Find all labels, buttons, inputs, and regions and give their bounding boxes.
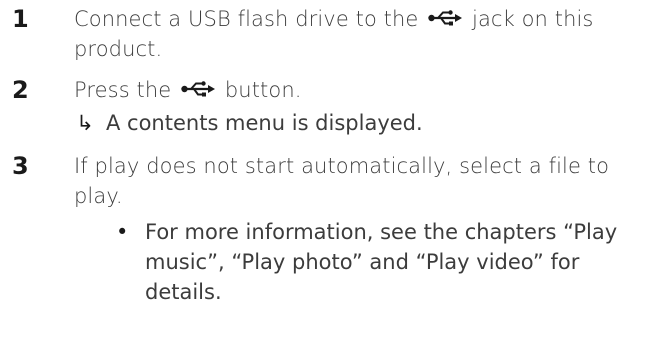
result-text: A contents menu is displayed. [106, 111, 423, 135]
bullet-marker: • [116, 220, 129, 244]
step-number: 3 [12, 152, 29, 180]
step-text-after-icon: button. [224, 78, 302, 102]
bullet-text: For more information, see the chapters “… [145, 220, 618, 304]
step-text-before-icon: Connect a USB flash drive to the [74, 7, 419, 31]
step-number: 2 [12, 76, 29, 104]
result-arrow-icon: ↳ [76, 111, 94, 135]
step-text: Press the button. [74, 75, 640, 105]
usb-icon [181, 81, 216, 97]
step-text: Connect a USB flash drive to the jack on… [74, 4, 640, 64]
step-text: If play does not start automatically, se… [74, 154, 610, 208]
usb-icon [428, 10, 463, 26]
step-text-before-icon: Press the [74, 78, 172, 102]
step-number: 1 [12, 5, 29, 33]
